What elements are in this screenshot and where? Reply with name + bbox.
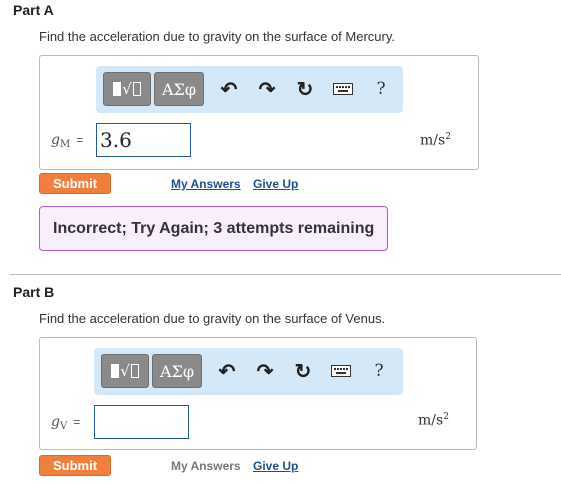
- templates-icon: √: [111, 362, 139, 380]
- part-a-feedback-message: Incorrect; Try Again; 3 attempts remaini…: [39, 206, 388, 251]
- part-b-variable-label: gV =: [51, 414, 81, 432]
- keyboard-icon[interactable]: [328, 358, 354, 384]
- help-icon[interactable]: ?: [368, 76, 394, 102]
- undo-icon[interactable]: ↶: [216, 76, 242, 102]
- greek-symbols-button[interactable]: ΑΣφ: [154, 72, 204, 106]
- greek-symbols-button[interactable]: ΑΣφ: [152, 354, 202, 388]
- part-b-heading: Part B: [13, 284, 55, 300]
- part-a-math-toolbar: √ ΑΣφ ↶ ↷ ↻ ?: [96, 66, 403, 113]
- part-a-my-answers-link[interactable]: My Answers: [171, 177, 241, 191]
- part-b-answer-input[interactable]: [94, 405, 189, 439]
- reset-icon[interactable]: ↻: [292, 76, 318, 102]
- part-b-math-toolbar: √ ΑΣφ ↶ ↷ ↻ ?: [94, 348, 403, 395]
- greek-symbols-icon: ΑΣφ: [161, 79, 197, 99]
- redo-icon[interactable]: ↷: [252, 358, 278, 384]
- templates-button[interactable]: √: [101, 354, 149, 388]
- reset-icon[interactable]: ↻: [290, 358, 316, 384]
- part-a-give-up-link[interactable]: Give Up: [253, 177, 298, 191]
- part-a-variable-label: gM =: [51, 132, 84, 150]
- templates-icon: √: [113, 80, 141, 98]
- part-b-my-answers-link: My Answers: [171, 459, 241, 473]
- keyboard-icon[interactable]: [330, 76, 356, 102]
- part-divider: [10, 274, 561, 275]
- part-a-unit: m/s2: [420, 132, 451, 149]
- templates-button[interactable]: √: [103, 72, 151, 106]
- redo-icon[interactable]: ↷: [254, 76, 280, 102]
- part-b-submit-button[interactable]: Submit: [39, 455, 111, 476]
- part-b-unit: m/s2: [418, 412, 449, 429]
- part-a-question: Find the acceleration due to gravity on …: [39, 29, 395, 44]
- part-a-answer-input[interactable]: 3.6: [96, 123, 191, 157]
- part-b-give-up-link[interactable]: Give Up: [253, 459, 298, 473]
- greek-symbols-icon: ΑΣφ: [159, 361, 195, 381]
- help-icon[interactable]: ?: [366, 358, 392, 384]
- part-b-answer-box: √ ΑΣφ ↶ ↷ ↻ ? gV = m/s2: [39, 337, 477, 450]
- undo-icon[interactable]: ↶: [214, 358, 240, 384]
- part-a-submit-button[interactable]: Submit: [39, 173, 111, 194]
- part-a-answer-box: √ ΑΣφ ↶ ↷ ↻ ? gM = 3.6 m/s2: [39, 55, 479, 170]
- part-b-question: Find the acceleration due to gravity on …: [39, 311, 386, 326]
- part-a-heading: Part A: [13, 2, 54, 18]
